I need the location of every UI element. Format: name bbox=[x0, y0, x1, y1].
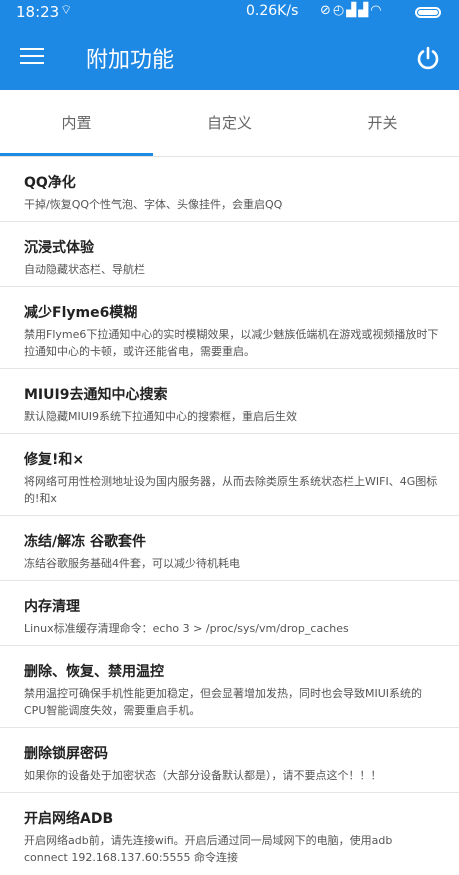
status-icons: ⊘◴▟▟◠ bbox=[320, 3, 384, 18]
signal-icon: ▟ bbox=[358, 3, 371, 18]
tab-custom[interactable]: 自定义 bbox=[153, 90, 306, 156]
item-desc: 开启网络adb前，请先连接wifi。开启后通过同一局域网下的电脑，使用adb c… bbox=[24, 834, 393, 864]
item-title: 内存清理 bbox=[24, 599, 80, 615]
list-item-google-freeze[interactable]: 冻结/解冻 谷歌套件 冻结谷歌服务基础4件套，可以减少待机耗电 bbox=[0, 516, 459, 581]
item-desc: 自动隐藏状态栏、导航栏 bbox=[24, 263, 145, 276]
tab-switch[interactable]: 开关 bbox=[306, 90, 459, 156]
power-icon[interactable] bbox=[414, 44, 442, 72]
item-desc: 默认隐藏MIUI9系统下拉通知中心的搜索框，重启后生效 bbox=[24, 410, 298, 423]
battery-icon bbox=[415, 7, 441, 18]
menu-icon[interactable] bbox=[20, 44, 44, 68]
cast-icon: ⌔ bbox=[60, 3, 73, 18]
page-title: 附加功能 bbox=[86, 48, 175, 73]
status-bar: 18:23 ⌔ 0.26K/s ⊘◴▟▟◠ bbox=[0, 0, 459, 26]
wifi-icon: ◠ bbox=[370, 3, 384, 18]
tab-builtin[interactable]: 内置 bbox=[0, 90, 153, 156]
feature-list: QQ净化 干掉/恢复QQ个性气泡、字体、头像挂件，会重启QQ 沉浸式体验 自动隐… bbox=[0, 157, 459, 875]
list-item-miui-search[interactable]: MIUI9去通知中心搜索 默认隐藏MIUI9系统下拉通知中心的搜索框，重启后生效 bbox=[0, 369, 459, 434]
list-item-flyme-blur[interactable]: 减少Flyme6模糊 禁用Flyme6下拉通知中心的实时模糊效果，以减少魅族低端… bbox=[0, 287, 459, 369]
item-title: 删除、恢复、禁用温控 bbox=[24, 664, 164, 680]
item-title: MIUI9去通知中心搜索 bbox=[24, 387, 168, 403]
list-item-fix-network[interactable]: 修复!和× 将网络可用性检测地址设为国内服务器，从而去除类原生系统状态栏上WIF… bbox=[0, 434, 459, 516]
item-desc: 冻结谷歌服务基础4件套，可以减少待机耗电 bbox=[24, 557, 240, 570]
item-title: 开启网络ADB bbox=[24, 811, 114, 827]
list-item-thermal[interactable]: 删除、恢复、禁用温控 禁用温控可确保手机性能更加稳定，但会显著增加发热，同时也会… bbox=[0, 646, 459, 728]
item-desc: 如果你的设备处于加密状态（大部分设备默认都是），请不要点这个！！！ bbox=[24, 769, 382, 782]
mute-icon: ⊘ bbox=[320, 3, 333, 18]
list-item-lock-password[interactable]: 删除锁屏密码 如果你的设备处于加密状态（大部分设备默认都是），请不要点这个！！！ bbox=[0, 728, 459, 793]
list-item-memory-clean[interactable]: 内存清理 Linux标准缓存清理命令：echo 3 > /proc/sys/vm… bbox=[0, 581, 459, 646]
tab-bar: 内置 自定义 开关 bbox=[0, 90, 459, 157]
signal-icon: ▟ bbox=[346, 3, 359, 18]
item-title: 减少Flyme6模糊 bbox=[24, 305, 138, 321]
alarm-icon: ◴ bbox=[332, 3, 347, 18]
list-item-immersive[interactable]: 沉浸式体验 自动隐藏状态栏、导航栏 bbox=[0, 222, 459, 287]
item-title: 冻结/解冻 谷歌套件 bbox=[24, 534, 146, 550]
list-item-network-adb[interactable]: 开启网络ADB 开启网络adb前，请先连接wifi。开启后通过同一局域网下的电脑… bbox=[0, 793, 459, 875]
item-title: QQ净化 bbox=[24, 175, 76, 191]
tab-indicator bbox=[0, 153, 153, 156]
status-time: 18:23 bbox=[16, 3, 60, 21]
item-desc: 禁用温控可确保手机性能更加稳定，但会显著增加发热，同时也会导致MIUI系统的CP… bbox=[24, 687, 423, 717]
item-desc: 将网络可用性检测地址设为国内服务器，从而去除类原生系统状态栏上WIFI、4G图标… bbox=[24, 475, 438, 505]
item-title: 删除锁屏密码 bbox=[24, 746, 108, 762]
app-bar: 附加功能 bbox=[0, 26, 459, 90]
item-desc: 干掉/恢复QQ个性气泡、字体、头像挂件，会重启QQ bbox=[24, 198, 283, 211]
item-title: 沉浸式体验 bbox=[24, 240, 94, 256]
item-title: 修复!和× bbox=[24, 452, 85, 468]
item-desc: 禁用Flyme6下拉通知中心的实时模糊效果，以减少魅族低端机在游戏或视频播放时下… bbox=[24, 328, 439, 358]
list-item-qq-purify[interactable]: QQ净化 干掉/恢复QQ个性气泡、字体、头像挂件，会重启QQ bbox=[0, 157, 459, 222]
item-desc: Linux标准缓存清理命令：echo 3 > /proc/sys/vm/drop… bbox=[24, 622, 349, 635]
net-speed: 0.26K/s bbox=[246, 3, 299, 19]
